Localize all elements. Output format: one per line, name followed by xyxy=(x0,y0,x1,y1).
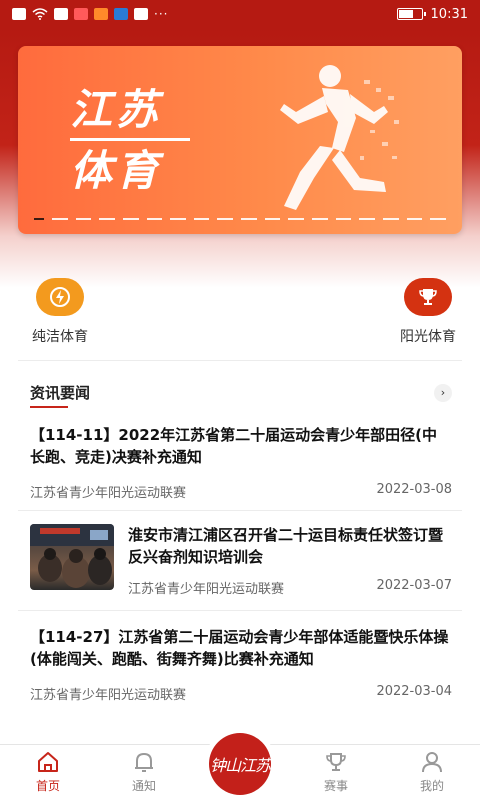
battery-icon xyxy=(396,8,426,20)
app-notification-icon xyxy=(74,8,88,20)
news-article[interactable]: 【114-27】江苏省第二十届运动会青少年部体适能暨快乐体操(体能闯关、跑酷、街… xyxy=(30,626,452,703)
article-meta: 江苏省青少年阳光运动联赛 2022-03-08 xyxy=(30,482,452,501)
banner-dash-decoration xyxy=(34,218,446,220)
runner-illustration xyxy=(280,65,399,210)
nav-home[interactable]: 首页 xyxy=(0,745,96,800)
article-date: 2022-03-08 xyxy=(376,482,452,497)
trophy-icon xyxy=(326,753,346,771)
status-bar: ··· 10:31 xyxy=(0,0,480,28)
nav-profile[interactable]: 我的 xyxy=(384,745,480,800)
article-date: 2022-03-07 xyxy=(376,578,452,593)
banner-title: 江苏 体育 xyxy=(70,84,230,197)
home-icon xyxy=(38,752,58,772)
news-section-header: 资讯要闻 › xyxy=(30,382,452,408)
article-headline: 淮安市清江浦区召开省二十运目标责任状签订暨反兴奋剂知识培训会 xyxy=(128,526,444,566)
quick-entry-label: 纯洁体育 xyxy=(32,329,88,345)
news-article[interactable]: 淮安市清江浦区召开省二十运目标责任状签订暨反兴奋剂知识培训会 江苏省青少年阳光运… xyxy=(30,524,452,597)
divider xyxy=(18,510,462,511)
alert-icon xyxy=(12,8,26,20)
center-logo-button[interactable]: 钟山江苏 xyxy=(204,728,276,800)
app-notification-icon xyxy=(94,8,108,20)
nav-label: 我的 xyxy=(419,779,444,793)
divider xyxy=(18,360,462,361)
hero-banner[interactable]: 江苏 体育 xyxy=(18,46,462,234)
trophy-icon xyxy=(404,278,452,316)
app-notification-icon xyxy=(114,8,128,20)
article-source: 江苏省青少年阳光运动联赛 xyxy=(30,688,187,703)
app-logo: 钟山江苏 xyxy=(209,733,271,795)
banner-underline xyxy=(70,138,190,141)
app-notification-icon xyxy=(134,8,148,20)
clock: 10:31 xyxy=(430,6,468,22)
divider xyxy=(18,610,462,611)
nav-notifications[interactable]: 通知 xyxy=(96,745,192,800)
quick-entry-sunshine-sports[interactable]: 阳光体育 xyxy=(368,278,480,346)
nav-label: 首页 xyxy=(35,779,60,793)
article-headline: 【114-11】2022年江苏省第二十届运动会青少年部田径(中长跑、竞走)决赛补… xyxy=(30,426,438,466)
app-notification-icon xyxy=(54,8,68,20)
article-date: 2022-03-04 xyxy=(376,684,452,699)
more-notifications-indicator: ··· xyxy=(154,7,169,21)
article-source: 江苏省青少年阳光运动联赛 xyxy=(128,582,285,597)
quick-entry-label: 阳光体育 xyxy=(400,329,456,345)
quick-entry-pure-sports[interactable]: 纯洁体育 xyxy=(0,278,120,346)
bell-icon xyxy=(135,752,153,772)
lightning-badge-icon xyxy=(36,278,84,316)
article-meta: 江苏省青少年阳光运动联赛 2022-03-07 xyxy=(128,578,452,597)
article-headline: 【114-27】江苏省第二十届运动会青少年部体适能暨快乐体操(体能闯关、跑酷、街… xyxy=(30,628,449,668)
chevron-right-icon[interactable]: › xyxy=(434,383,452,402)
banner-title-line2: 体育 xyxy=(70,146,163,195)
news-article[interactable]: 【114-11】2022年江苏省第二十届运动会青少年部田径(中长跑、竞走)决赛补… xyxy=(30,424,452,501)
article-source: 江苏省青少年阳光运动联赛 xyxy=(30,486,187,501)
news-section-title: 资讯要闻 xyxy=(30,384,91,408)
article-meta: 江苏省青少年阳光运动联赛 2022-03-04 xyxy=(30,684,452,703)
nav-label: 通知 xyxy=(131,779,156,793)
nav-label: 赛事 xyxy=(323,779,348,793)
article-thumbnail xyxy=(30,524,114,590)
wifi-icon xyxy=(32,8,48,20)
banner-title-line1: 江苏 xyxy=(70,85,163,134)
user-icon xyxy=(422,752,442,773)
nav-events[interactable]: 赛事 xyxy=(288,745,384,800)
